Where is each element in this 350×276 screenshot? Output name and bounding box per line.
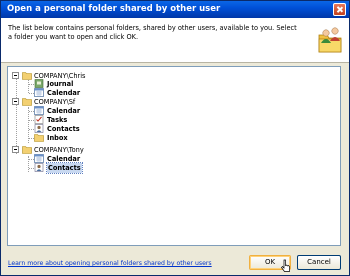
calendar-icon xyxy=(34,106,44,115)
tree-folder-label: Inbox xyxy=(47,134,68,142)
tree-folder-inbox[interactable]: Inbox xyxy=(34,133,134,143)
title-bar[interactable]: Open a personal folder shared by other u… xyxy=(1,1,349,18)
cancel-button[interactable]: Cancel xyxy=(297,255,341,270)
collapse-toggle[interactable] xyxy=(12,146,19,153)
dialog-description: The list below contains personal folders… xyxy=(8,24,297,41)
contacts-icon xyxy=(34,124,44,133)
shared-folder-users-icon xyxy=(318,27,342,53)
calendar-icon xyxy=(34,154,44,163)
folder-icon xyxy=(34,134,44,142)
folder-icon xyxy=(22,146,32,154)
calendar-icon xyxy=(34,88,44,97)
tree-folder-label: Contacts xyxy=(46,162,83,174)
open-shared-folder-dialog: Open a personal folder shared by other u… xyxy=(0,0,350,276)
learn-more-link[interactable]: Learn more about opening personal folder… xyxy=(8,260,212,267)
folder-icon xyxy=(22,72,32,80)
close-button[interactable] xyxy=(333,3,346,16)
tree-folder-contacts-selected[interactable]: Contacts xyxy=(34,162,134,174)
folder-icon xyxy=(22,98,32,106)
hand-cursor-icon xyxy=(281,259,290,272)
collapse-toggle[interactable] xyxy=(12,98,19,105)
dialog-header: The list below contains personal folders… xyxy=(1,18,349,63)
collapse-toggle[interactable] xyxy=(12,72,19,79)
contacts-icon xyxy=(34,163,44,172)
shared-folders-tree[interactable]: COMPANY\Chris Journal Calendar COMPANY\S… xyxy=(7,66,341,246)
tasks-icon xyxy=(34,115,44,124)
dialog-title: Open a personal folder shared by other u… xyxy=(7,4,221,14)
journal-icon xyxy=(34,79,44,88)
